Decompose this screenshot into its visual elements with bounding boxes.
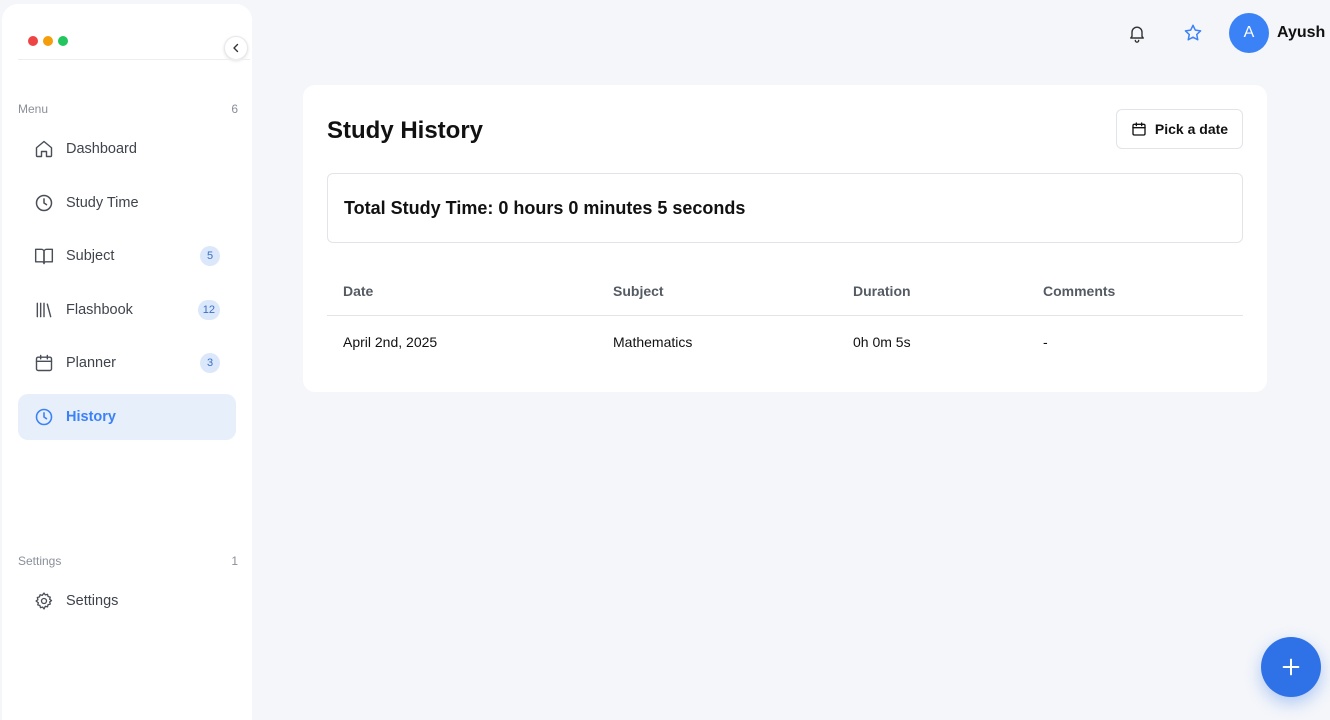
cell-comments: - [1043,334,1048,350]
settings-section-header: Settings 1 [18,554,238,568]
table-header-divider [327,315,1243,316]
star-icon [1184,24,1202,41]
column-header-comments: Comments [1043,283,1116,299]
sidebar-item-subject[interactable]: Subject 5 [18,233,236,279]
sidebar-collapse-button[interactable] [224,36,248,60]
menu-section-label: Menu [18,102,49,116]
cell-duration: 0h 0m 5s [853,334,911,350]
favorites-button[interactable] [1180,20,1206,46]
sidebar-item-label: Subject [66,248,115,264]
clock-icon [34,407,54,427]
plus-icon [1282,658,1300,676]
sidebar-item-flashbook[interactable]: Flashbook 12 [18,287,236,333]
column-header-duration: Duration [853,283,911,299]
total-study-time-text: Total Study Time: 0 hours 0 minutes 5 se… [344,197,746,218]
close-dot[interactable] [28,36,38,46]
column-header-subject: Subject [613,283,664,299]
sidebar-item-label: History [66,409,116,425]
chevron-left-icon [233,43,239,53]
sidebar-item-history[interactable]: History [18,394,236,440]
cell-subject: Mathematics [613,334,693,350]
sidebar-item-label: Flashbook [66,302,133,318]
sidebar-item-settings[interactable]: Settings [18,578,236,624]
sidebar-item-dashboard[interactable]: Dashboard [18,126,236,172]
library-icon [34,300,54,320]
study-history-card: Study History Pick a date Total Study Ti… [303,85,1267,392]
sidebar-item-label: Planner [66,355,116,371]
sidebar: Menu 6 Dashboard Study Time Subject 5 Fl… [2,4,252,720]
maximize-dot[interactable] [58,36,68,46]
sidebar-item-label: Study Time [66,195,139,211]
total-study-time: Total Study Time: 0 hours 0 minutes 5 se… [327,173,1243,243]
sidebar-item-study-time[interactable]: Study Time [18,180,236,226]
menu-section-header: Menu 6 [18,102,238,116]
clock-icon [34,193,54,213]
add-button[interactable] [1261,637,1321,697]
book-open-icon [34,246,54,266]
minimize-dot[interactable] [43,36,53,46]
avatar[interactable]: A [1229,13,1269,53]
home-icon [34,139,54,159]
sidebar-item-label: Dashboard [66,141,137,157]
username[interactable]: Ayush [1277,24,1325,42]
gear-icon [34,591,54,611]
count-badge: 12 [197,300,220,320]
column-header-date: Date [343,283,374,299]
sidebar-divider [18,59,250,60]
notifications-button[interactable] [1124,20,1150,46]
page-title: Study History [327,117,484,144]
calendar-icon [34,353,54,373]
sidebar-item-label: Settings [66,593,119,609]
pick-date-label: Pick a date [1154,121,1229,137]
calendar-icon [1132,122,1146,136]
settings-section-label: Settings [18,554,62,568]
menu-section-count: 6 [231,102,238,116]
bell-icon [1130,26,1144,43]
count-badge: 5 [200,246,220,266]
settings-section-count: 1 [231,554,238,568]
pick-date-button[interactable]: Pick a date [1116,109,1243,149]
window-controls [28,36,68,46]
count-badge: 3 [200,353,220,373]
sidebar-item-planner[interactable]: Planner 3 [18,340,236,386]
cell-date: April 2nd, 2025 [343,334,438,350]
